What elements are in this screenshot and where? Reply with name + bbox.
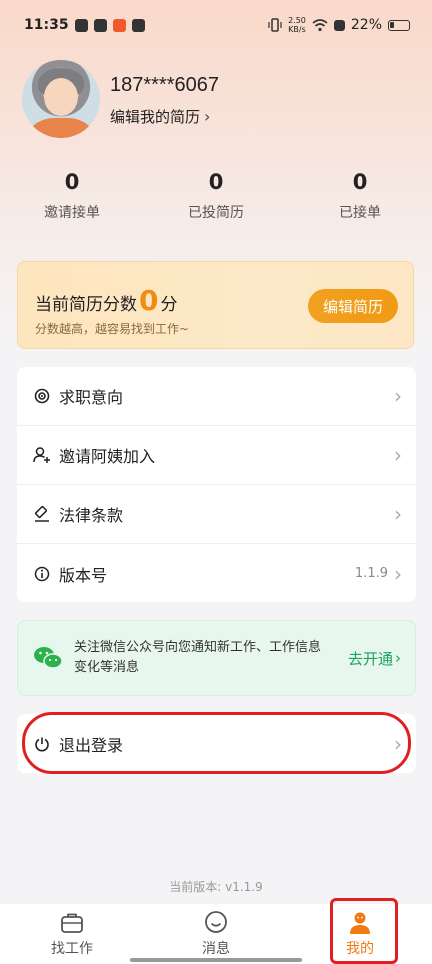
nav-tab-mine[interactable]: 我的 <box>288 904 432 964</box>
menu-label: 版本号 <box>59 565 108 585</box>
wechat-follow-text: 关注微信公众号向您通知新工作、工作信息变化等消息 <box>74 640 322 675</box>
menu-item-legal[interactable]: 法律条款 › <box>17 485 416 544</box>
version-value: 1.1.9 <box>354 566 388 581</box>
stat-value: 0 <box>208 170 224 194</box>
wechat-follow-card[interactable]: 关注微信公众号向您通知新工作、工作信息变化等消息 去开通 › <box>17 620 416 696</box>
menu-label: 法律条款 <box>59 506 124 525</box>
net-speed: 2.50 KB/s <box>288 16 306 34</box>
menu-label: 求职意向 <box>59 388 124 407</box>
power-icon <box>33 735 51 753</box>
notification-link-icon <box>131 18 145 32</box>
smile-chat-icon <box>203 910 229 936</box>
stat-invites[interactable]: 0 邀请接单 <box>0 168 144 222</box>
avatar[interactable] <box>22 60 100 138</box>
menu-item-invite[interactable]: 邀请阿姨加入 › <box>17 426 416 485</box>
vibrate-icon <box>268 18 282 32</box>
chevron-right-icon: › <box>394 731 402 756</box>
chevron-right-icon: › <box>394 502 402 526</box>
status-bar: 11:35 2.50 KB/s 22% <box>0 0 432 50</box>
version-footer: 当前版本: v1.1.9 <box>169 880 263 894</box>
battery-icon <box>388 19 410 31</box>
menu-label: 邀请阿姨加入 <box>59 447 156 466</box>
stat-label: 已投简历 <box>188 205 244 221</box>
resume-score-card: 当前简历分数 0 分 分数越高，越容易找到工作~ 编辑简历 <box>17 261 414 349</box>
nav-tab-messages[interactable]: 消息 <box>144 904 288 964</box>
avatar-body <box>30 118 92 138</box>
settings-menu: 求职意向 › 邀请阿姨加入 › 法律条款 › 版本号 1.1.9 › <box>17 367 416 602</box>
score-title-prefix: 当前简历分数 <box>35 295 137 315</box>
stat-submitted[interactable]: 0 已投简历 <box>144 168 288 222</box>
battery-text: 22% <box>350 17 382 33</box>
bottom-nav: 找工作 消息 我的 <box>0 904 432 964</box>
add-user-icon <box>33 446 51 464</box>
stat-label: 邀请接单 <box>44 205 100 221</box>
no-sim-icon <box>333 19 345 31</box>
nav-label: 我的 <box>346 941 374 957</box>
edit-my-resume-label: 编辑我的简历 <box>110 108 201 126</box>
avatar-face <box>44 78 78 116</box>
home-indicator[interactable] <box>130 958 302 962</box>
status-left: 11:35 <box>24 17 145 33</box>
nav-label: 找工作 <box>51 941 93 957</box>
logout-label: 退出登录 <box>59 735 124 755</box>
wechat-enable-label: 去开通 <box>347 649 393 668</box>
edit-my-resume-link[interactable]: 编辑我的简历 › <box>110 106 210 127</box>
menu-item-version[interactable]: 版本号 1.1.9 › <box>17 544 416 603</box>
stat-value: 0 <box>352 170 368 194</box>
score-value: 0 <box>139 284 159 317</box>
score-title: 当前简历分数 0 分 <box>35 284 177 317</box>
menu-item-job-intention[interactable]: 求职意向 › <box>17 367 416 426</box>
target-icon <box>33 387 51 405</box>
stats-row: 0 邀请接单 0 已投简历 0 已接单 <box>0 168 432 222</box>
chevron-right-icon: › <box>394 384 402 408</box>
chevron-right-icon: › <box>394 561 402 586</box>
stat-label: 已接单 <box>339 205 381 221</box>
notification-app-icon <box>74 18 88 32</box>
phone-number: 187****6067 <box>110 74 219 96</box>
notification-orange-icon <box>112 18 126 32</box>
gavel-icon <box>33 505 51 523</box>
person-icon <box>347 910 373 936</box>
stat-value: 0 <box>64 170 80 194</box>
score-title-suffix: 分 <box>160 295 178 315</box>
status-time: 11:35 <box>24 17 69 33</box>
edit-resume-button[interactable]: 编辑简历 <box>308 289 398 323</box>
briefcase-icon <box>59 910 85 936</box>
score-hint: 分数越高，越容易找到工作~ <box>35 322 190 336</box>
tiktok-icon <box>93 18 107 32</box>
wifi-icon <box>312 18 328 31</box>
chevron-right-icon: › <box>204 107 211 126</box>
wechat-enable-button[interactable]: 去开通 › <box>348 648 401 669</box>
logout-button[interactable]: 退出登录 › <box>17 714 416 773</box>
nav-tab-jobs[interactable]: 找工作 <box>0 904 144 964</box>
status-right: 2.50 KB/s 22% <box>268 16 410 34</box>
nav-label: 消息 <box>202 941 230 957</box>
chevron-right-icon: › <box>394 443 402 467</box>
wechat-icon <box>32 642 64 674</box>
info-icon <box>33 565 51 583</box>
stat-accepted[interactable]: 0 已接单 <box>288 168 432 222</box>
chevron-right-icon: › <box>395 649 401 667</box>
